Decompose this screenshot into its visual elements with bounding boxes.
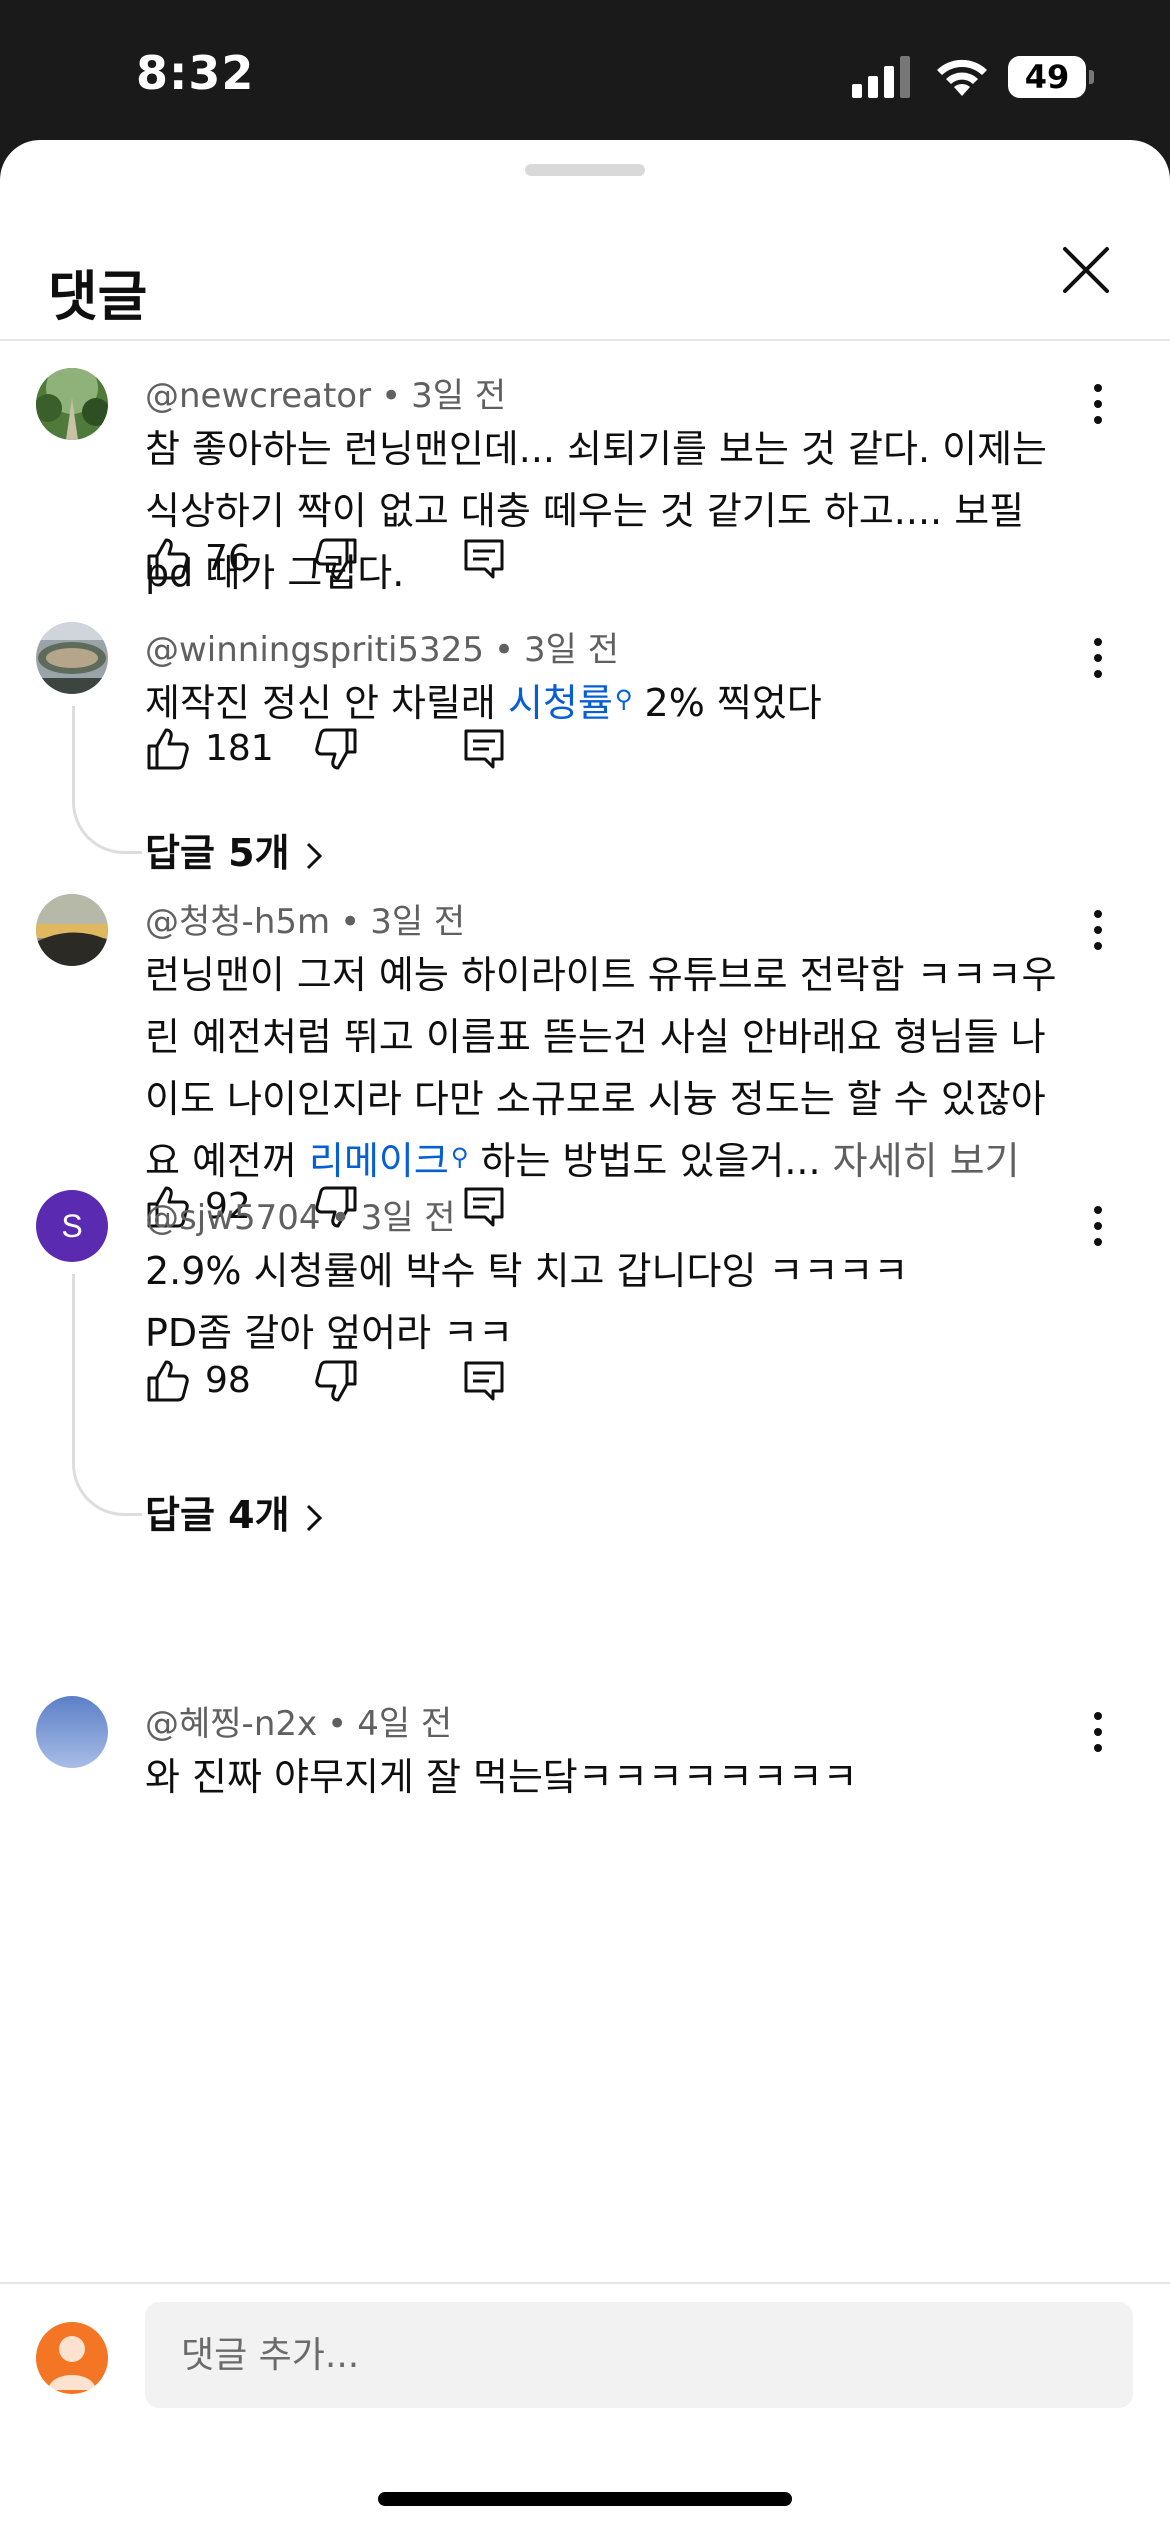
comment-time: 3일 전 — [524, 630, 620, 670]
avatar-image — [36, 1696, 108, 1768]
chevron-right-icon — [306, 1504, 322, 1531]
avatar[interactable] — [36, 894, 108, 966]
comment-time: 3일 전 — [360, 1198, 456, 1238]
like-count: 98 — [205, 1360, 251, 1401]
comment-meta: @newcreator • 3일 전 — [145, 376, 507, 416]
header-divider — [0, 339, 1170, 341]
drag-handle[interactable] — [525, 164, 645, 176]
view-replies-button[interactable]: 답글 5개 — [145, 822, 326, 877]
comments-sheet: 댓글 @newcreator • 3일 전 참 좋아하는 런닝맨인데... 쇠퇴기를… — [0, 140, 1170, 2532]
avatar-image — [36, 894, 108, 966]
read-more-link[interactable]: 자세히 보기 — [833, 1139, 1020, 1183]
comment-text: 제작진 정신 안 차릴래 시청률⚲ 2% 찍었다 — [145, 681, 822, 725]
user-avatar-icon — [36, 2322, 108, 2394]
cellular-signal-icon — [852, 56, 910, 98]
thumbs-down-icon[interactable] — [313, 1358, 359, 1404]
reply-icon[interactable] — [463, 1186, 505, 1228]
comment-author[interactable]: @newcreator — [145, 376, 371, 416]
avatar[interactable]: S — [36, 1190, 108, 1262]
thumbs-up-icon[interactable] — [145, 536, 191, 582]
comment-text: 런닝맨이 그저 예능 하이라이트 유튜브로 전락함 ㅋㅋㅋ우 린 예전처럼 뛰고… — [145, 953, 1057, 1183]
comment-time: 3일 전 — [411, 376, 507, 416]
reply-icon[interactable] — [463, 1360, 505, 1402]
thumbs-up-icon[interactable] — [145, 726, 191, 772]
comment-actions: 181 — [145, 726, 645, 786]
like-count: 181 — [205, 728, 274, 769]
comment-author[interactable]: @혜찡-n2x — [145, 1704, 317, 1744]
comment-meta: @혜찡-n2x • 4일 전 — [145, 1704, 453, 1744]
chevron-right-icon — [306, 842, 322, 869]
comment-meta: @sjw5704 • 3일 전 — [145, 1198, 456, 1238]
comment-actions: 98 — [145, 1358, 645, 1418]
battery-level: 49 — [1024, 58, 1070, 96]
comment-meta: @청청-h5m • 3일 전 — [145, 902, 466, 942]
comment-author[interactable]: @청청-h5m — [145, 902, 330, 942]
close-button[interactable] — [1046, 230, 1126, 310]
thread-line — [72, 706, 142, 854]
reply-icon[interactable] — [463, 728, 505, 770]
sheet-title: 댓글 — [48, 265, 148, 328]
avatar-initial: S — [61, 1208, 83, 1244]
comment-author[interactable]: @sjw5704 — [145, 1198, 321, 1238]
wifi-icon — [937, 59, 987, 96]
reply-icon[interactable] — [463, 538, 505, 580]
comment-author[interactable]: @winningspriti5325 — [145, 630, 484, 670]
search-link[interactable]: 시청률⚲ — [508, 681, 632, 725]
avatar-image — [36, 368, 108, 440]
home-indicator[interactable] — [378, 2492, 792, 2506]
view-replies-button[interactable]: 답글 4개 — [145, 1484, 326, 1539]
avatar[interactable] — [36, 1696, 108, 1768]
comment-text: 와 진짜 야무지게 잘 먹는닼ㅋㅋㅋㅋㅋㅋㅋㅋ — [145, 1755, 858, 1799]
battery-icon: 49 — [1008, 56, 1086, 98]
search-link[interactable]: 리메이크⚲ — [309, 1139, 468, 1183]
comment-time: 3일 전 — [370, 902, 466, 942]
sheet-header: 댓글 — [0, 200, 1170, 340]
comment-meta: @winningspriti5325 • 3일 전 — [145, 630, 620, 670]
avatar-image — [36, 622, 108, 694]
battery-cap — [1089, 70, 1094, 84]
search-icon: ⚲ — [450, 1143, 469, 1171]
like-count: 76 — [205, 538, 251, 579]
close-icon — [1063, 247, 1109, 293]
avatar[interactable] — [36, 622, 108, 694]
thread-line — [72, 1274, 142, 1516]
search-icon: ⚲ — [614, 685, 633, 713]
status-time: 8:32 — [136, 46, 255, 100]
avatar[interactable] — [36, 368, 108, 440]
thumbs-down-icon[interactable] — [313, 726, 359, 772]
add-comment-input[interactable] — [145, 2302, 1133, 2408]
status-bar: 8:32 49 — [0, 0, 1170, 140]
comment-actions: 76 — [145, 536, 645, 596]
comment-text: 2.9% 시청률에 박수 탁 치고 갑니다잉 ㅋㅋㅋㅋ PD좀 갈아 엎어라 ㅋ… — [145, 1249, 909, 1355]
comment-time: 4일 전 — [357, 1704, 453, 1744]
thumbs-down-icon[interactable] — [313, 536, 359, 582]
thumbs-up-icon[interactable] — [145, 1358, 191, 1404]
